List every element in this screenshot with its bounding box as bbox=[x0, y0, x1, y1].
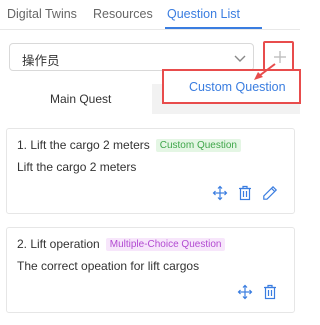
tab-main-quest[interactable]: Main Quest bbox=[50, 92, 111, 106]
tab-question-list[interactable]: Question List bbox=[167, 7, 240, 21]
question-title: 1. Lift the cargo 2 meters bbox=[17, 138, 150, 152]
tab-digital-twins[interactable]: Digital Twins bbox=[7, 7, 77, 21]
edit-icon[interactable] bbox=[262, 185, 278, 201]
role-select-value: 操作员 bbox=[22, 54, 60, 68]
move-icon[interactable] bbox=[212, 185, 228, 201]
question-type-badge: Multiple-Choice Question bbox=[105, 238, 226, 251]
question-description: The correct opeation for lift cargos bbox=[17, 259, 200, 273]
question-actions bbox=[237, 284, 278, 300]
role-select[interactable]: 操作员 bbox=[9, 43, 254, 71]
question-actions bbox=[212, 185, 278, 201]
question-card: 2. Lift operation Multiple-Choice Questio… bbox=[6, 227, 295, 313]
move-icon[interactable] bbox=[237, 284, 253, 300]
question-type-badge: Custom Question bbox=[155, 139, 241, 152]
question-title: 2. Lift operation bbox=[17, 237, 100, 251]
question-title-row: 1. Lift the cargo 2 meters Custom Questio… bbox=[17, 138, 241, 152]
top-tab-bar: Digital Twins Resources Question List bbox=[0, 0, 300, 30]
question-card: 1. Lift the cargo 2 meters Custom Questio… bbox=[6, 128, 295, 214]
tab-resources[interactable]: Resources bbox=[93, 7, 153, 21]
question-description: Lift the cargo 2 meters bbox=[17, 160, 137, 174]
tab-custom-question-label: Custom Question bbox=[189, 80, 286, 94]
chevron-down-icon bbox=[233, 51, 247, 65]
active-tab-indicator bbox=[165, 27, 262, 29]
question-title-row: 2. Lift operation Multiple-Choice Questio… bbox=[17, 237, 226, 251]
tab-custom-question[interactable]: Custom Question bbox=[162, 69, 301, 104]
annotation-arrow-icon bbox=[254, 63, 276, 80]
trash-icon[interactable] bbox=[237, 185, 253, 201]
trash-icon[interactable] bbox=[262, 284, 278, 300]
